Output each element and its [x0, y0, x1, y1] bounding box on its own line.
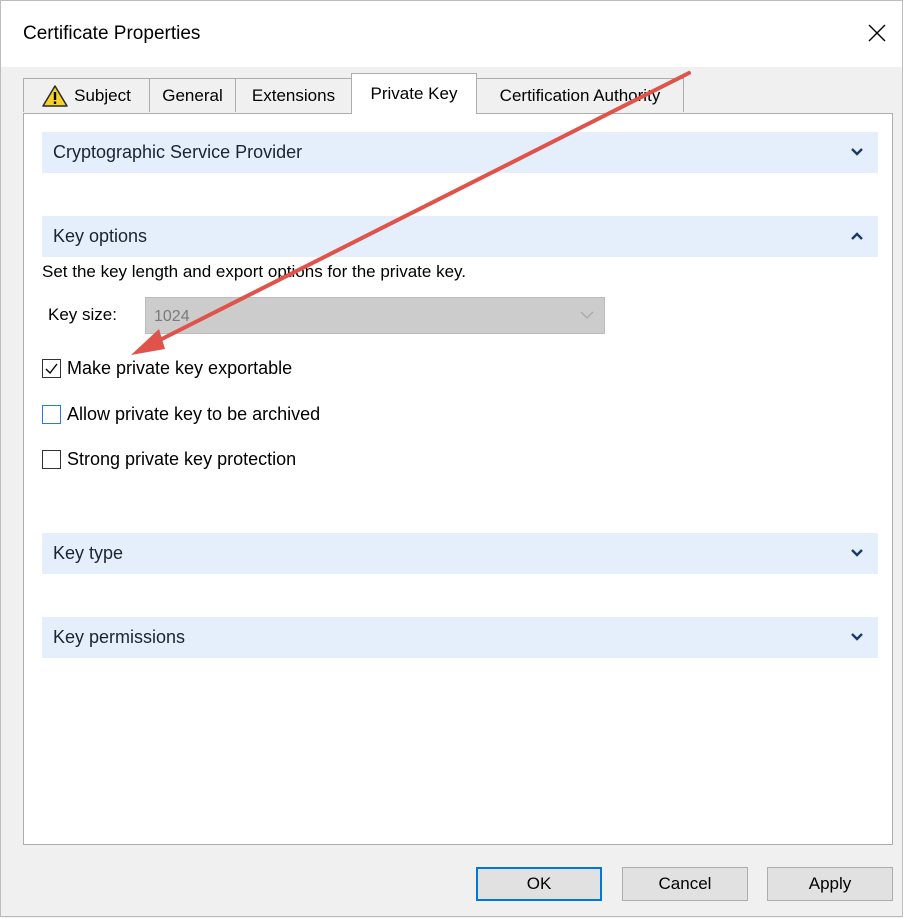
chevron-down-icon: [851, 633, 863, 641]
tab-label: General: [162, 85, 223, 105]
key-size-label: Key size:: [48, 305, 117, 324]
chevron-down-icon: [851, 549, 863, 557]
tab-label: Certification Authority: [499, 85, 661, 105]
checkbox-label: Allow private key to be archived: [67, 404, 321, 424]
checkbox-label: Make private key exportable: [67, 358, 293, 378]
tab-label: Extensions: [251, 85, 336, 105]
private-key-panel: Cryptographic Service Provider Key optio…: [23, 113, 893, 845]
section-key-type[interactable]: Key type: [42, 533, 878, 574]
checkbox-box[interactable]: [42, 450, 61, 469]
apply-button[interactable]: Apply: [767, 867, 893, 901]
chevron-down-icon: [851, 148, 863, 156]
tab-general[interactable]: General: [149, 78, 236, 112]
section-label: Cryptographic Service Provider: [53, 142, 303, 162]
make-exportable-checkbox[interactable]: Make private key exportable: [42, 358, 292, 379]
checkbox-label: Strong private key protection: [67, 449, 297, 469]
section-label: Key options: [53, 226, 148, 246]
certificate-properties-dialog: Certificate Properties Subject General E…: [0, 0, 903, 917]
checkbox-box[interactable]: [42, 405, 61, 424]
tab-extensions[interactable]: Extensions: [235, 78, 352, 112]
section-cryptographic-service-provider[interactable]: Cryptographic Service Provider: [42, 132, 878, 173]
section-label: Key permissions: [53, 627, 186, 647]
tab-label: Private Key: [370, 84, 458, 103]
key-size-select: 1024: [145, 297, 605, 334]
section-key-permissions[interactable]: Key permissions: [42, 617, 878, 658]
key-size-value: 1024: [154, 308, 190, 325]
ok-button[interactable]: OK: [476, 867, 602, 901]
close-icon: [868, 24, 886, 42]
allow-archive-checkbox[interactable]: Allow private key to be archived: [42, 404, 320, 425]
chevron-down-icon: [580, 311, 594, 319]
section-key-options[interactable]: Key options: [42, 216, 878, 257]
title-bar: Certificate Properties: [1, 1, 902, 67]
key-options-description: Set the key length and export options fo…: [42, 262, 466, 281]
cancel-button[interactable]: Cancel: [622, 867, 748, 901]
section-label: Key type: [53, 543, 124, 563]
dialog-title: Certificate Properties: [23, 23, 201, 44]
checkbox-box[interactable]: [42, 359, 61, 378]
chevron-up-icon: [851, 232, 863, 240]
tab-private-key[interactable]: Private Key: [351, 73, 477, 114]
strong-protection-checkbox[interactable]: Strong private key protection: [42, 449, 296, 470]
checkmark-icon: [45, 363, 58, 375]
tab-subject[interactable]: Subject: [23, 78, 150, 112]
tab-label: Subject: [74, 85, 131, 105]
close-button[interactable]: [857, 15, 897, 51]
warning-icon: [42, 84, 68, 108]
tab-certification-authority[interactable]: Certification Authority: [476, 78, 684, 112]
